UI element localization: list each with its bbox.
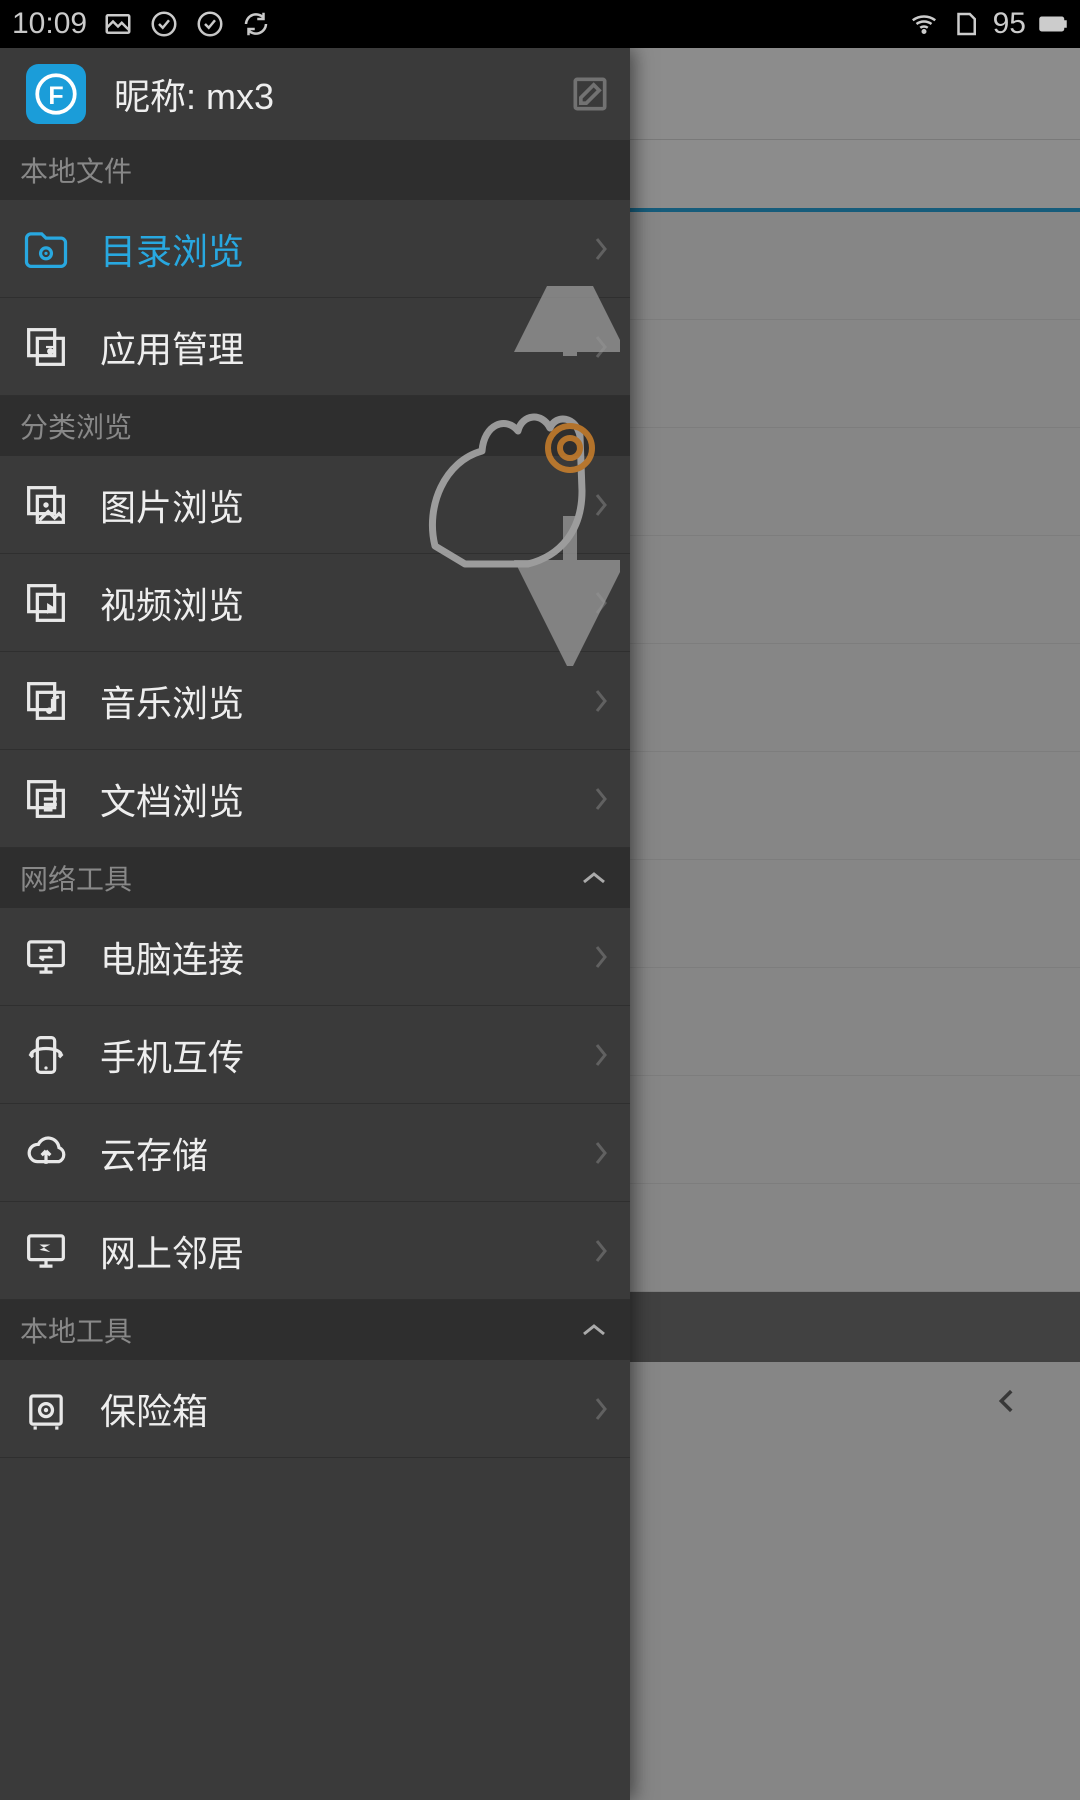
section-title: 分类浏览: [20, 406, 132, 446]
drawer-item-app-manage[interactable]: 应用管理: [0, 298, 630, 396]
sync-icon: [241, 9, 271, 39]
cloud-icon: [20, 1127, 72, 1179]
chevron-right-icon: [592, 333, 610, 361]
drawer-item-phone-share[interactable]: 手机互传: [0, 1006, 630, 1104]
app-manage-icon: [20, 321, 72, 373]
drawer-section-header[interactable]: 本地工具: [0, 1300, 630, 1360]
drawer-item-music-browse[interactable]: 音乐浏览: [0, 652, 630, 750]
edit-icon[interactable]: [568, 72, 612, 116]
drawer-item-label: 文档浏览: [100, 773, 244, 825]
navigation-drawer: F 昵称: mx3 本地文件 目录浏览 应用管理 分类浏览 图片浏览 视频浏览 …: [0, 48, 630, 1800]
drawer-item-dir-browse[interactable]: 目录浏览: [0, 200, 630, 298]
drawer-item-label: 云存储: [100, 1127, 208, 1179]
drawer-item-label: 视频浏览: [100, 577, 244, 629]
drawer-item-label: 保险箱: [100, 1383, 208, 1435]
check-circle-icon: [195, 9, 225, 39]
drawer-item-pc-connect[interactable]: 电脑连接: [0, 908, 630, 1006]
chevron-up-icon: [580, 1321, 608, 1339]
music-browse-icon: [20, 675, 72, 727]
safe-box-icon: [20, 1383, 72, 1435]
drawer-item-label: 目录浏览: [100, 223, 244, 275]
neighbor-icon: [20, 1225, 72, 1277]
doc-browse-icon: [20, 773, 72, 825]
phone-share-icon: [20, 1029, 72, 1081]
drawer-item-cloud[interactable]: 云存储: [0, 1104, 630, 1202]
drawer-item-pic-browse[interactable]: 图片浏览: [0, 456, 630, 554]
check-circle-icon: [149, 9, 179, 39]
chevron-right-icon: [592, 1395, 610, 1423]
app-logo-icon: F: [26, 64, 86, 124]
drawer-item-label: 应用管理: [100, 321, 244, 373]
drawer-item-doc-browse[interactable]: 文档浏览: [0, 750, 630, 848]
section-title: 本地文件: [20, 150, 132, 190]
drawer-item-neighbor[interactable]: 网上邻居: [0, 1202, 630, 1300]
chevron-right-icon: [592, 1041, 610, 1069]
wifi-icon: [909, 9, 939, 39]
video-browse-icon: [20, 577, 72, 629]
chevron-right-icon: [592, 1139, 610, 1167]
drawer-section-header[interactable]: 网络工具: [0, 848, 630, 908]
drawer-item-label: 音乐浏览: [100, 675, 244, 727]
dir-browse-icon: [20, 223, 72, 275]
section-title: 本地工具: [20, 1310, 132, 1350]
section-title: 网络工具: [20, 858, 132, 898]
pc-connect-icon: [20, 931, 72, 983]
chevron-right-icon: [592, 785, 610, 813]
svg-text:F: F: [48, 82, 63, 110]
drawer-section-header: 本地文件: [0, 140, 630, 200]
picture-icon: [103, 9, 133, 39]
chevron-right-icon: [592, 235, 610, 263]
chevron-right-icon: [592, 943, 610, 971]
chevron-right-icon: [592, 491, 610, 519]
chevron-right-icon: [592, 687, 610, 715]
chevron-right-icon: [592, 1237, 610, 1265]
drawer-item-label: 电脑连接: [100, 931, 244, 983]
drawer-item-label: 图片浏览: [100, 479, 244, 531]
drawer-item-video-browse[interactable]: 视频浏览: [0, 554, 630, 652]
drawer-header: F 昵称: mx3: [0, 48, 630, 140]
chevron-up-icon: [580, 869, 608, 887]
drawer-item-label: 手机互传: [100, 1029, 244, 1081]
chevron-right-icon: [592, 589, 610, 617]
battery-level: 95: [993, 7, 1026, 41]
status-bar: 10:09 95: [0, 0, 1080, 48]
drawer-section-header: 分类浏览: [0, 396, 630, 456]
status-time: 10:09: [12, 7, 87, 41]
nickname-label: 昵称: mx3: [114, 68, 274, 120]
drawer-item-label: 网上邻居: [100, 1225, 244, 1277]
drawer-item-safe-box[interactable]: 保险箱: [0, 1360, 630, 1458]
sim-icon: [951, 9, 981, 39]
battery-icon: [1038, 9, 1068, 39]
pic-browse-icon: [20, 479, 72, 531]
